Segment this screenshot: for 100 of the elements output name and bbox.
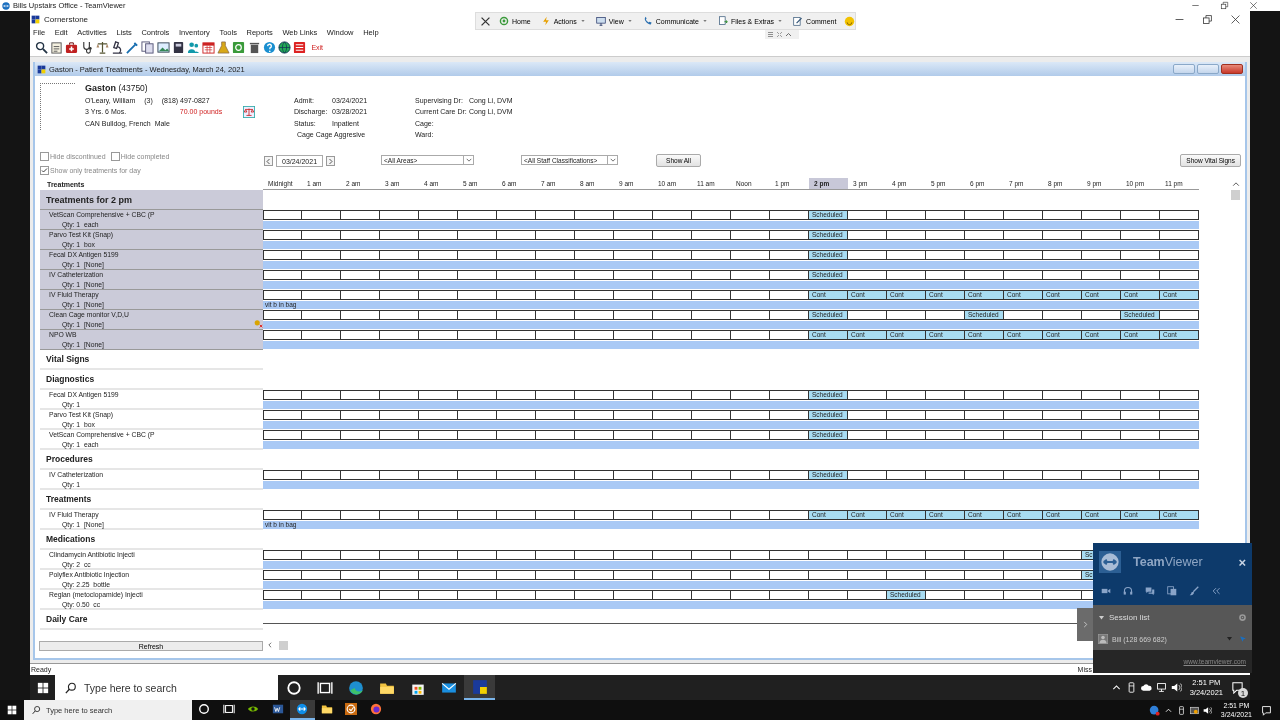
circle-icon[interactable]	[285, 679, 302, 696]
chevron-up-icon[interactable]	[785, 31, 792, 38]
section-heading: Vital Signs	[46, 354, 90, 364]
chevron-up-icon[interactable]	[1231, 180, 1240, 188]
caret-icon	[608, 156, 617, 164]
chevron-left-icon[interactable]	[266, 641, 274, 649]
microscope-icon[interactable]	[110, 40, 124, 54]
list-icon[interactable]	[293, 40, 307, 54]
teamviewer-icon[interactable]	[296, 703, 309, 715]
speaker-icon[interactable]	[1170, 682, 1182, 693]
search-icon	[32, 705, 41, 715]
monitor-icon	[595, 16, 606, 26]
device-icon[interactable]	[1125, 682, 1137, 693]
restore-icon[interactable]	[1220, 1, 1229, 10]
word-icon[interactable]	[271, 703, 284, 715]
firefox-icon[interactable]	[369, 703, 382, 715]
notification-icon[interactable]	[1261, 704, 1272, 716]
caret-icon	[464, 156, 473, 164]
speaker-icon[interactable]	[1202, 705, 1212, 715]
search-icon[interactable]	[35, 40, 48, 54]
check-circle-icon[interactable]	[345, 703, 358, 715]
triangle-icon	[1098, 613, 1105, 621]
chevron-left-icon	[265, 157, 272, 165]
ring-square-icon[interactable]	[232, 40, 246, 54]
search-field[interactable]: Type here to search	[55, 675, 278, 700]
medical-bag-icon[interactable]	[65, 40, 79, 54]
grid-icon[interactable]	[767, 31, 774, 38]
help-globe-icon[interactable]	[1148, 704, 1160, 716]
chat-icon[interactable]	[1145, 586, 1155, 596]
checkbox[interactable]	[40, 151, 49, 161]
teamviewer-logo-icon	[1099, 551, 1121, 573]
next-day-button[interactable]	[326, 156, 336, 166]
app-logo-icon[interactable]	[471, 678, 488, 695]
patient-name: Gaston (43750)	[85, 83, 149, 95]
chevron-right-icon	[327, 157, 335, 165]
previous-day-button[interactable]	[264, 156, 273, 166]
section-heading: Procedures	[46, 454, 93, 464]
close-icon[interactable]	[1230, 13, 1241, 25]
search-icon	[65, 681, 77, 694]
headset-icon[interactable]	[1123, 586, 1133, 596]
scale-icon[interactable]	[243, 105, 255, 118]
globe-icon[interactable]	[278, 40, 291, 54]
scrollbar-thumb[interactable]	[279, 641, 288, 650]
scale-icon[interactable]	[95, 40, 109, 54]
brand-name: TeamViewer	[1133, 555, 1203, 569]
task-view-icon[interactable]	[222, 703, 235, 715]
session-list-heading[interactable]: Session list	[1109, 612, 1150, 622]
flask-icon[interactable]	[217, 40, 231, 54]
network-icon[interactable]	[1155, 682, 1167, 693]
nvidia-icon[interactable]	[247, 703, 260, 715]
calendar-icon[interactable]	[202, 40, 216, 54]
checkmark-icon	[41, 166, 48, 174]
video-icon[interactable]	[1101, 586, 1111, 596]
syringe-icon[interactable]	[126, 40, 140, 54]
stethoscope-icon[interactable]	[80, 40, 94, 54]
photo-placeholder	[40, 83, 75, 130]
tray-app-icon[interactable]	[1189, 705, 1199, 715]
section-heading: Diagnostics	[46, 374, 95, 384]
app-title: Cornerstone	[44, 14, 89, 24]
app-logo-icon	[31, 14, 40, 24]
scrollbar-thumb[interactable]	[1231, 190, 1240, 200]
checkbox[interactable]	[40, 165, 49, 175]
clipboard-icon[interactable]	[50, 40, 64, 54]
gear-icon[interactable]	[1238, 612, 1247, 622]
trash-icon[interactable]	[247, 40, 261, 54]
windows-logo-icon[interactable]	[7, 705, 17, 715]
notification-icon[interactable]	[1231, 681, 1244, 694]
close-button[interactable]	[1221, 64, 1243, 74]
home-icon	[499, 16, 509, 26]
circle-icon[interactable]	[198, 703, 211, 715]
picture-icon[interactable]	[156, 40, 170, 54]
caret-icon	[626, 18, 633, 24]
app-logo-icon	[37, 64, 46, 74]
section-heading: Daily Care	[46, 614, 88, 624]
close-button[interactable]: ×	[1238, 554, 1246, 570]
task-view-icon[interactable]	[316, 679, 333, 696]
caret-icon	[701, 18, 708, 24]
help-icon[interactable]	[262, 40, 276, 54]
person-icon	[1098, 634, 1108, 644]
billing-flag-icon	[254, 319, 263, 328]
caret-icon	[579, 18, 586, 24]
pencil-note-icon	[793, 16, 804, 26]
brush-icon[interactable]	[1189, 586, 1199, 596]
smiley-icon[interactable]	[844, 15, 856, 27]
documents-icon[interactable]	[141, 40, 155, 54]
device-icon[interactable]	[1176, 705, 1186, 715]
folder-icon[interactable]	[320, 703, 333, 715]
section-heading: Treatments	[46, 494, 92, 504]
phone-icon	[642, 16, 653, 26]
windows-logo-icon[interactable]	[36, 681, 49, 694]
edge-icon[interactable]	[347, 679, 364, 696]
book-icon[interactable]	[171, 40, 185, 54]
restore-icon[interactable]	[1202, 13, 1213, 25]
copy-icon[interactable]	[1167, 586, 1177, 596]
section-heading: Treatments for 2 pm	[46, 194, 133, 205]
double-chevron-left-icon[interactable]	[1211, 586, 1221, 596]
checkbox[interactable]	[110, 151, 120, 161]
close-icon[interactable]	[480, 15, 491, 27]
lightning-icon	[540, 16, 551, 26]
cloud-icon[interactable]	[1140, 682, 1152, 693]
